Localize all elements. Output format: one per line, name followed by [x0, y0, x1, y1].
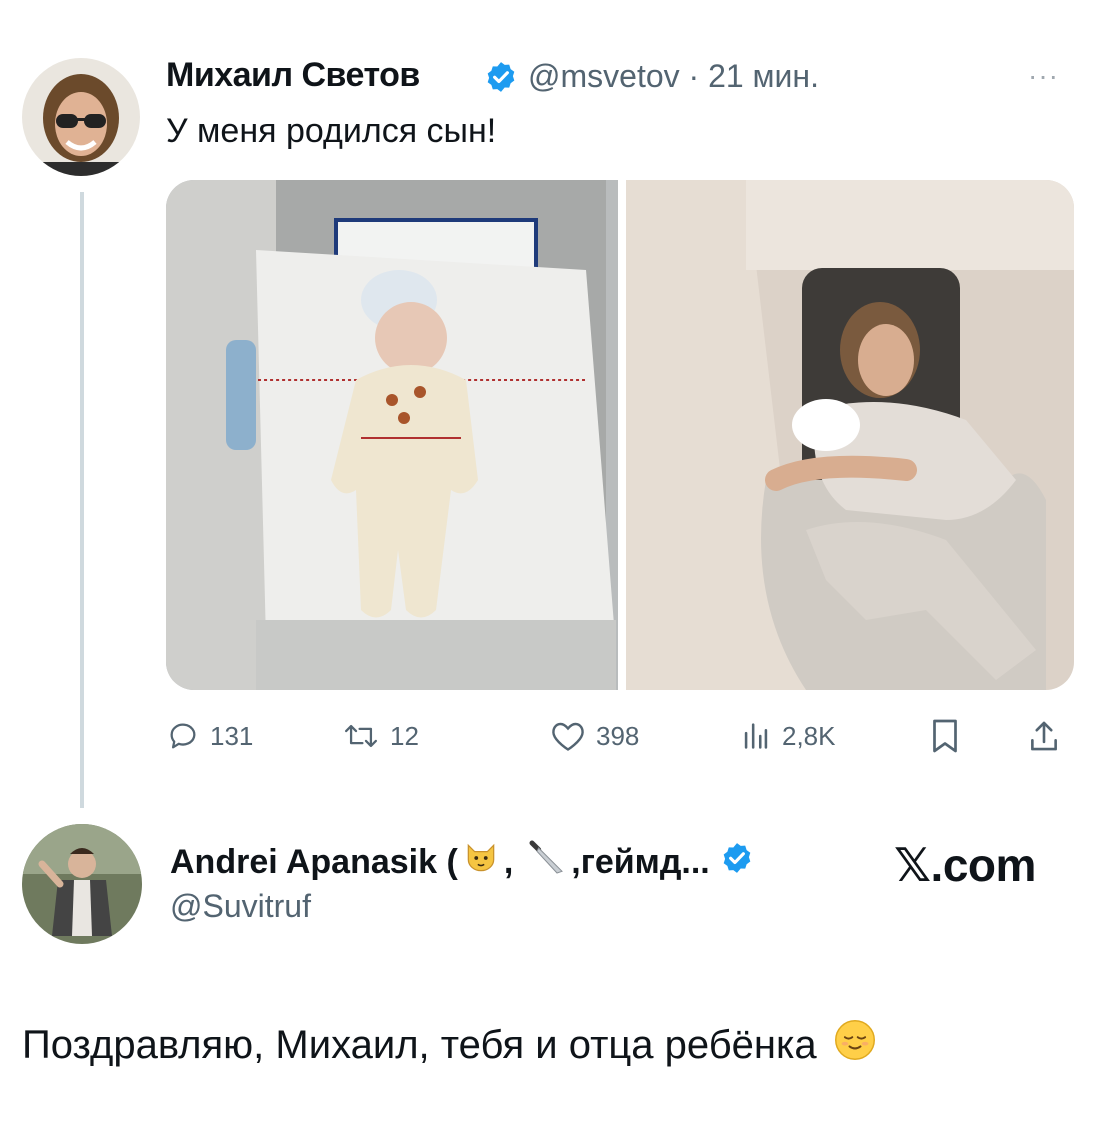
reply-count: 131	[210, 720, 254, 751]
reply-button[interactable]: 131	[166, 716, 253, 756]
verified-badge-icon	[720, 841, 754, 884]
tweet-text: У меня родился сын!	[166, 112, 497, 150]
retweet-button[interactable]: 12	[342, 716, 419, 756]
reply-author-name[interactable]: Andrei Apanasik ( , ,геймд...	[170, 838, 758, 887]
retweet-icon	[344, 724, 378, 748]
bookmark-icon	[933, 719, 957, 753]
father-holding-baby-photo[interactable]	[626, 180, 1074, 690]
share-button[interactable]	[1028, 716, 1070, 756]
reply-author-name-end: ,геймд...	[571, 843, 710, 881]
avatar[interactable]	[22, 58, 140, 176]
views-count: 2,8K	[782, 720, 836, 751]
verified-badge-icon	[484, 60, 518, 94]
avatar[interactable]	[22, 824, 142, 944]
thread-line	[80, 192, 84, 808]
share-icon	[1031, 721, 1057, 751]
retweet-count: 12	[390, 720, 419, 751]
author-handle-time[interactable]: @msvetov · 21 мин.	[528, 58, 819, 95]
reply-text: Поздравляю, Михаил, тебя и отца ребёнка	[22, 1022, 817, 1067]
reply-icon	[170, 723, 196, 749]
like-button[interactable]: 398	[550, 716, 639, 756]
tweet-actions: 131 12 398 2,8K	[166, 716, 1074, 756]
views-chart-icon	[744, 723, 768, 749]
reply-text-row: Поздравляю, Михаил, тебя и отца ребёнка	[22, 1018, 881, 1072]
heart-icon	[552, 722, 584, 751]
bookmark-button[interactable]	[930, 716, 970, 756]
like-count: 398	[596, 720, 640, 751]
reply-author-handle[interactable]: @Suvitruf	[170, 888, 311, 925]
media-grid[interactable]	[166, 180, 1074, 690]
more-options-icon[interactable]: ···	[1028, 60, 1059, 92]
reply-author-name-start: Andrei Apanasik (	[170, 843, 458, 881]
relieved-face-emoji	[833, 1018, 877, 1072]
knife-emoji	[527, 838, 567, 887]
newborn-photo[interactable]	[166, 180, 618, 690]
x-com-logo: 𝕏.com	[894, 839, 1036, 891]
author-name[interactable]: Михаил Светов	[166, 56, 420, 95]
views-button[interactable]: 2,8K	[740, 716, 836, 756]
cat-face-emoji	[462, 839, 500, 886]
reply-author-separator: ,	[503, 843, 514, 881]
